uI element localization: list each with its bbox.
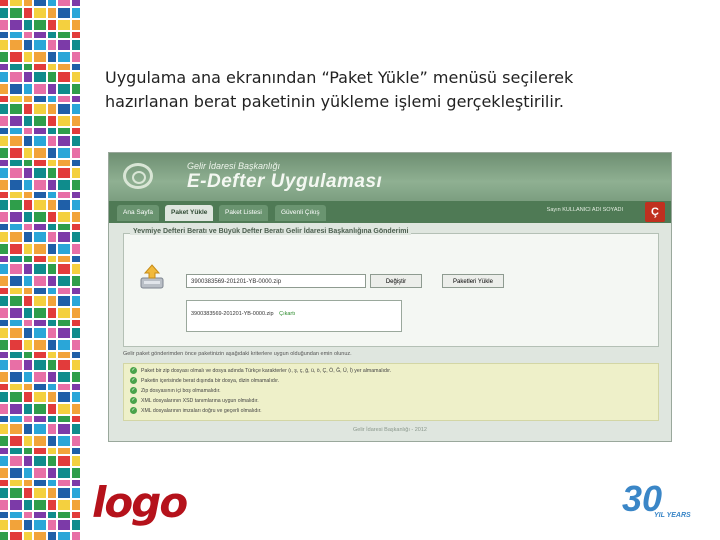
change-file-button[interactable]: Değiştir [370, 274, 422, 288]
upload-packages-button[interactable]: Paketleri Yükle [442, 274, 504, 288]
decorative-pattern-strip [0, 0, 80, 540]
tab-package-list[interactable]: Paket Listesi [219, 205, 268, 221]
gib-logo-icon [123, 163, 153, 189]
check-icon: ✓ [130, 387, 137, 395]
slide-body-text: Uygulama ana ekranından “Paket Yükle” me… [105, 66, 665, 114]
app-banner: Gelir İdaresi Başkanlığı E-Defter Uygula… [109, 153, 671, 201]
file-path-field[interactable]: 3900383569-201201-YB-0000.zip [186, 274, 366, 288]
slide-text-line-2: hazırlanan berat paketinin yükleme işlem… [105, 92, 565, 111]
check-icon: ✓ [130, 367, 137, 375]
check-icon: ✓ [130, 407, 137, 415]
banner-title: E-Defter Uygulaması [187, 171, 383, 192]
selected-file-list: 3900383569-201201-YB-0000.zip Çıkartı [186, 300, 402, 332]
file-name: 3900383569-201201-YB-0000.zip [191, 311, 274, 317]
check-icon: ✓ [130, 377, 137, 385]
tab-secure-logout[interactable]: Güvenli Çıkış [275, 205, 326, 221]
list-item: ✓ Paketin içerisinde berat dışında bir do… [130, 377, 280, 385]
nav-bar: Ana Sayfa Paket Yükle Paket Listesi Güve… [109, 201, 671, 223]
exit-button[interactable]: Ç [645, 202, 665, 222]
list-item: ✓ Zip dosyasının içi boş olmamalıdır. [130, 387, 221, 395]
remove-file-link[interactable]: Çıkartı [279, 311, 295, 317]
list-item: 3900383569-201201-YB-0000.zip Çıkartı [191, 311, 295, 317]
banner-subtitle: Gelir İdaresi Başkanlığı [187, 161, 281, 171]
app-footer: Gelir İdaresi Başkanlığı - 2012 [353, 427, 427, 433]
anniversary-logo: 30 YIL YEARS [622, 478, 710, 524]
tab-upload-package[interactable]: Paket Yükle [165, 205, 214, 221]
list-item: ✓ Paket bir zip dosyası olmalı ve dosya a… [130, 367, 392, 375]
user-info: Sayın KULLANICI ADI SOYADI [546, 207, 623, 213]
app-screenshot: Gelir İdaresi Başkanlığı E-Defter Uygula… [108, 152, 672, 442]
upload-panel: Yevmiye Defteri Beratı ve Büyük Defter B… [123, 228, 659, 347]
upload-folder-icon [140, 264, 164, 289]
list-item: ✓ XML dosyalarının XSD tanımlarına uygun … [130, 397, 259, 405]
criteria-intro: Gelir paket gönderimden önce paketinizin… [123, 351, 352, 357]
company-logo: logo [92, 478, 188, 527]
check-icon: ✓ [130, 397, 137, 405]
anniversary-text: YIL YEARS [654, 512, 691, 519]
slide-text-line-1: Uygulama ana ekranından “Paket Yükle” me… [105, 68, 574, 87]
list-item: ✓ XML dosyalarının imzaları doğru ve geçe… [130, 407, 262, 415]
panel-title: Yevmiye Defteri Beratı ve Büyük Defter B… [130, 228, 412, 235]
criteria-list: ✓ Paket bir zip dosyası olmalı ve dosya a… [123, 363, 659, 421]
tab-home[interactable]: Ana Sayfa [117, 205, 159, 221]
